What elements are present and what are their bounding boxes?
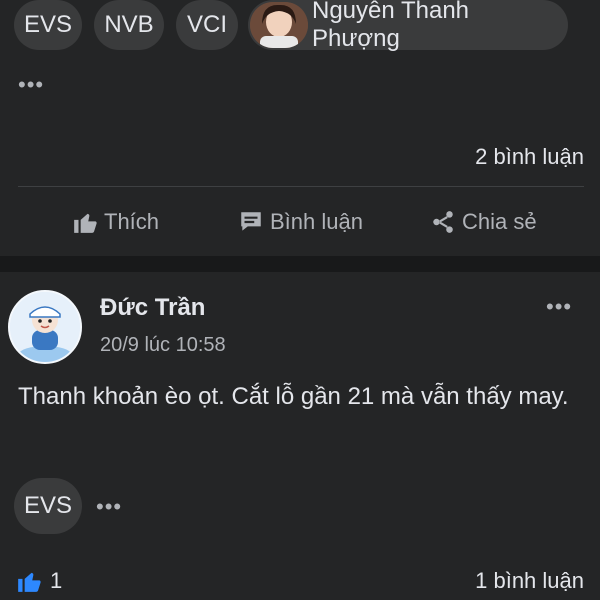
like-label: Thích (104, 209, 160, 234)
post-timestamp[interactable]: 20/9 lúc 10:58 (100, 334, 226, 357)
tagged-user-chip[interactable]: Nguyễn Thanh Phượng (248, 0, 568, 52)
like-summary[interactable]: 1 (16, 568, 62, 594)
more-options-icon[interactable]: ••• (546, 296, 572, 318)
stock-tag-label: EVS (23, 11, 73, 38)
share-label: Chia sẻ (462, 209, 537, 234)
like-count-value: 1 (50, 568, 63, 593)
more-options-icon[interactable]: ••• (18, 74, 44, 96)
comment-label: Bình luận (270, 209, 363, 234)
comments-count-link[interactable]: 1 bình luận (475, 568, 584, 594)
stock-tag-chip[interactable]: VCI (176, 0, 238, 50)
share-button[interactable]: Chia sẻ (430, 200, 537, 244)
stock-tag-chip[interactable]: EVS (14, 478, 82, 534)
comment-bubble-icon (241, 212, 261, 231)
stock-tag-label: EVS (23, 492, 73, 519)
stock-tag-chip[interactable]: EVS (14, 0, 82, 50)
stock-tag-label: VCI (186, 11, 227, 38)
tagged-user-name: Nguyễn Thanh Phượng (312, 0, 470, 52)
post-card: Đức Trần 20/9 lúc 10:58 ••• Thanh khoản … (0, 272, 600, 600)
divider (18, 186, 584, 187)
post-card-previous: EVS NVB VCI Nguyễn Thanh Phượng ••• 2 bì… (0, 0, 600, 256)
comments-count-link[interactable]: 2 bình luận (475, 144, 584, 170)
author-name[interactable]: Đức Trần (100, 294, 205, 322)
comment-button[interactable]: Bình luận (238, 200, 363, 244)
thumbs-up-icon (74, 213, 97, 233)
stock-tag-label: NVB (104, 11, 154, 38)
share-icon (433, 211, 453, 233)
post-separator (0, 256, 600, 272)
more-tags-icon[interactable]: ••• (96, 496, 122, 518)
tagged-user-avatar (250, 2, 308, 48)
stock-tag-chip[interactable]: NVB (94, 0, 164, 50)
like-button[interactable]: Thích (72, 200, 159, 244)
post-text: Thanh khoản èo ọt. Cắt lỗ gần 21 mà vẫn … (18, 383, 569, 410)
author-avatar[interactable] (8, 290, 82, 364)
like-reaction-icon (18, 572, 41, 592)
